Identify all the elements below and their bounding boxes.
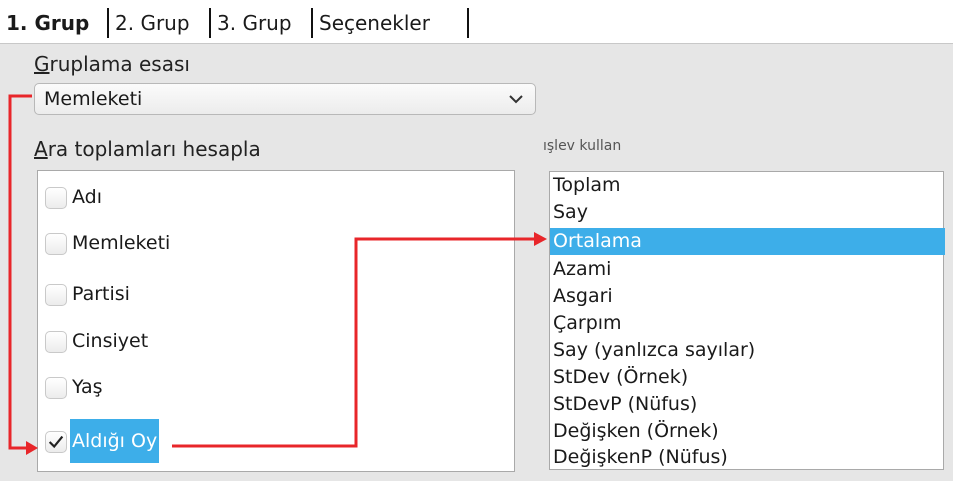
annotation-arrows	[8, 94, 547, 455]
arrow-head	[26, 441, 38, 455]
arrow-field-to-function	[172, 237, 536, 448]
arrow-head	[534, 232, 547, 246]
arrow-group-to-field	[8, 94, 32, 450]
